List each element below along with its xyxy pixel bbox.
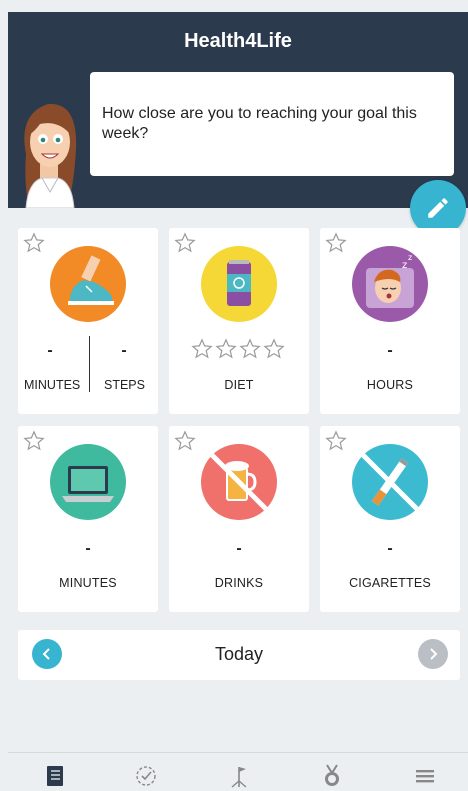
coach-speech-bubble: How close are you to reaching your goal … — [90, 72, 454, 176]
sneaker-icon — [50, 246, 126, 322]
current-date-label: Today — [214, 644, 264, 664]
sleeping-person-icon: z z — [352, 246, 428, 322]
star-outline-icon[interactable] — [239, 338, 261, 360]
diet-label: DIET — [224, 378, 254, 392]
card-sleep[interactable]: z z - HOURS — [320, 228, 460, 414]
app-header: Health4Life How close are you to reachin… — [8, 12, 468, 208]
screen-minutes-label: MINUTES — [59, 576, 117, 590]
goal-flag-icon[interactable] — [226, 763, 252, 789]
journal-icon[interactable] — [42, 763, 68, 789]
steps-label: STEPS — [104, 378, 145, 392]
date-navigator: Today — [18, 630, 460, 680]
no-cigarette-icon — [352, 444, 428, 520]
bottom-tab-bar — [8, 752, 468, 791]
cigarettes-label: CIGARETTES — [349, 576, 431, 590]
star-outline-icon[interactable] — [325, 430, 347, 452]
drinks-label: DRINKS — [214, 576, 264, 590]
star-outline-icon[interactable] — [23, 430, 45, 452]
check-progress-icon[interactable] — [133, 763, 159, 789]
screen-minutes-value: - — [85, 540, 91, 557]
cigarettes-value: - — [387, 540, 393, 557]
next-day-button[interactable] — [418, 639, 448, 669]
pencil-icon — [428, 198, 448, 218]
chevron-right-icon — [430, 648, 438, 660]
minutes-value: - — [47, 342, 53, 359]
soda-can-icon — [201, 246, 277, 322]
star-outline-icon[interactable] — [174, 232, 196, 254]
svg-text:z: z — [402, 260, 407, 271]
star-outline-icon[interactable] — [325, 232, 347, 254]
star-outline-icon[interactable] — [191, 338, 213, 360]
minutes-label: MINUTES — [24, 378, 81, 392]
medal-icon[interactable] — [319, 763, 345, 789]
star-outline-icon[interactable] — [23, 232, 45, 254]
coach-avatar — [24, 103, 77, 208]
no-beer-icon — [201, 444, 277, 520]
divider — [89, 336, 90, 392]
star-outline-icon[interactable] — [215, 338, 237, 360]
svg-text:z: z — [408, 253, 412, 262]
drinks-value: - — [236, 540, 242, 557]
laptop-icon — [50, 444, 126, 520]
card-diet[interactable]: DIET — [169, 228, 309, 414]
sleep-hours-label: HOURS — [366, 378, 414, 392]
card-activity[interactable]: - - MINUTES STEPS — [18, 228, 158, 414]
steps-value: - — [121, 342, 127, 359]
star-outline-icon[interactable] — [263, 338, 285, 360]
star-outline-icon[interactable] — [174, 430, 196, 452]
card-alcohol[interactable]: - DRINKS — [169, 426, 309, 612]
diet-rating[interactable] — [191, 338, 285, 360]
card-screen-time[interactable]: - MINUTES — [18, 426, 158, 612]
menu-icon[interactable] — [412, 763, 438, 789]
app-title: Health4Life — [184, 30, 292, 52]
card-smoking[interactable]: - CIGARETTES — [320, 426, 460, 612]
sleep-hours-value: - — [387, 342, 393, 359]
